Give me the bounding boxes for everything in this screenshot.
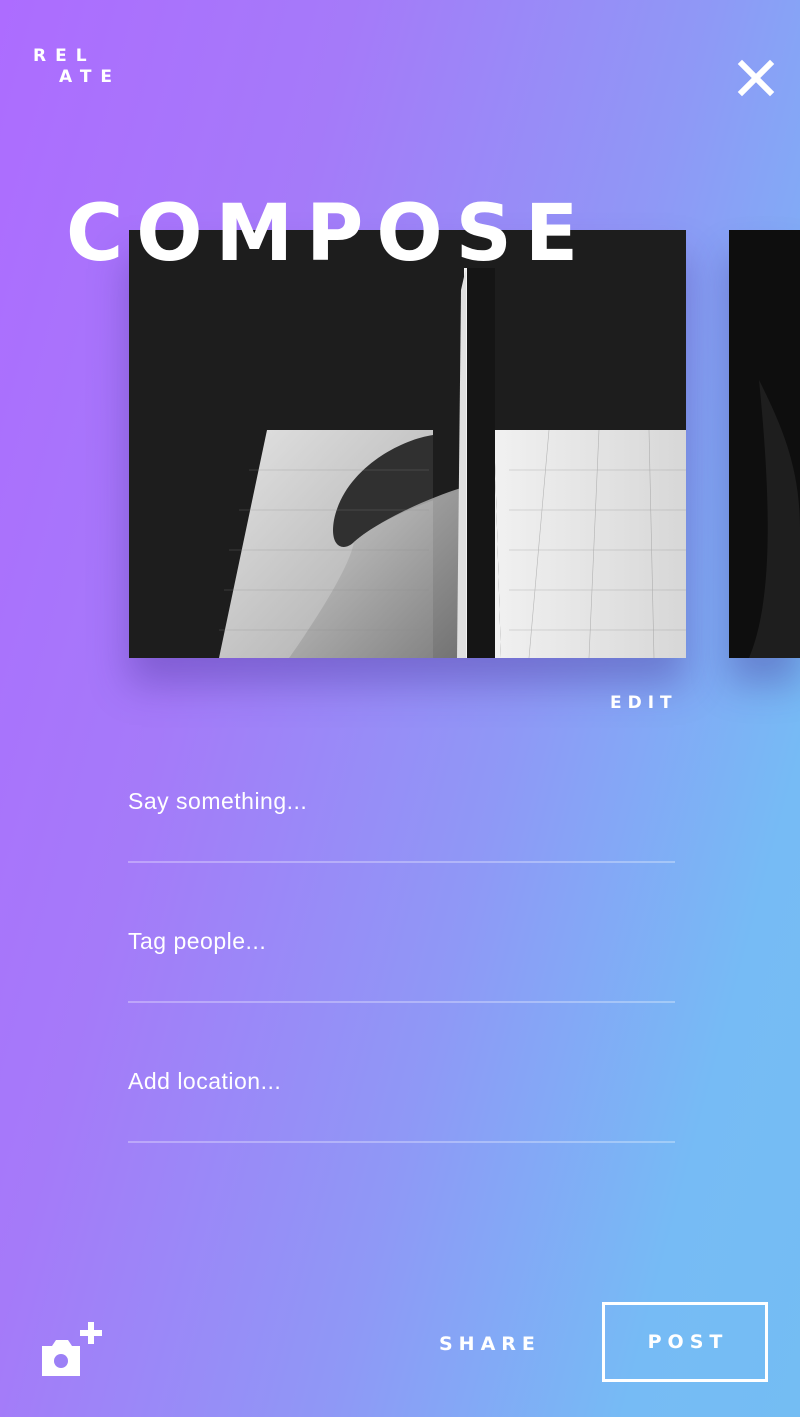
tag-people-input[interactable] [128,911,675,971]
tag-people-field [128,911,675,1003]
dark-photo [729,230,800,658]
photo-next[interactable] [729,230,800,658]
caption-field [128,771,675,863]
architecture-photo [129,230,686,658]
page-title: COMPOSE [66,189,592,279]
caption-input[interactable] [128,771,675,831]
camera-add-icon [42,1322,102,1376]
share-button[interactable]: SHARE [439,1333,541,1355]
post-button-label: POST [647,1331,729,1353]
add-photo-button[interactable] [38,1318,102,1380]
location-field [128,1051,675,1143]
location-input[interactable] [128,1051,675,1111]
photo-carousel[interactable] [0,0,800,720]
post-button[interactable]: POST [602,1302,768,1382]
photo-main[interactable] [129,230,686,658]
edit-button[interactable]: EDIT [610,693,678,713]
